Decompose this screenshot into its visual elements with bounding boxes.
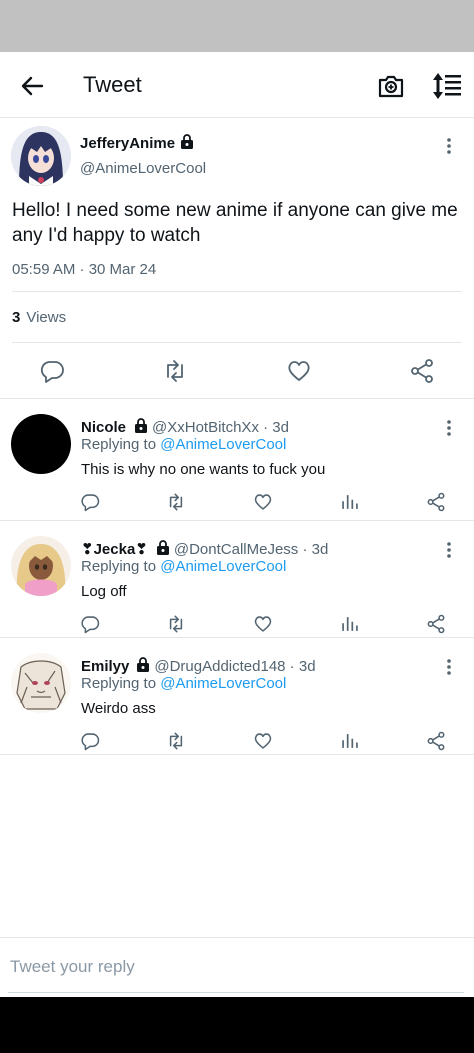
reply-header: Emilyy @DrugAddicted148 · 3d [81, 657, 316, 675]
avatar-anime-girl-image [11, 536, 71, 596]
more-options-icon[interactable] [440, 418, 458, 438]
reply-author-handle[interactable]: @DrugAddicted148 · 3d [154, 658, 315, 675]
reply-icon[interactable] [80, 492, 100, 512]
status-bar [0, 0, 474, 52]
retweet-icon[interactable] [166, 492, 186, 512]
reply-composer[interactable]: Tweet your reply [0, 937, 474, 997]
reply-icon[interactable] [39, 358, 65, 384]
reply-author-handle[interactable]: @DontCallMeJess · 3d [174, 541, 328, 558]
reply-author-handle[interactable]: @XxHotBitchXx · 3d [152, 419, 289, 436]
replying-to: Replying to @AnimeLoverCool [81, 436, 287, 453]
system-navigation-bar [0, 997, 474, 1053]
top-app-bar: Tweet [0, 52, 474, 118]
mention-link[interactable]: @AnimeLoverCool [160, 675, 286, 692]
author-name[interactable]: JefferyAnime [80, 134, 194, 152]
divider [12, 291, 462, 292]
avatar[interactable] [11, 653, 71, 713]
arrow-left-icon[interactable] [18, 72, 46, 100]
reply-header: Nicole @XxHotBitchXx · 3d [81, 418, 289, 436]
retweet-icon[interactable] [166, 731, 186, 751]
reply-header: ❣Jecka❣ @DontCallMeJess · 3d [81, 540, 328, 558]
share-icon[interactable] [409, 358, 435, 384]
tweet-timestamp: 05:59 AM · 30 Mar 24 [12, 261, 157, 278]
author-handle[interactable]: @AnimeLoverCool [80, 160, 206, 177]
mention-link[interactable]: @AnimeLoverCool [160, 558, 286, 575]
more-options-icon[interactable] [440, 540, 458, 560]
avatar-anime-girl-image [11, 126, 71, 186]
analytics-icon[interactable] [340, 731, 360, 751]
avatar-sketch-image [11, 653, 71, 713]
lock-icon [181, 134, 194, 149]
reply-text: This is why no one wants to fuck you [81, 461, 326, 478]
page-title: Tweet [83, 72, 142, 97]
reply-icon[interactable] [80, 614, 100, 634]
avatar[interactable] [11, 414, 71, 474]
reply-author-name[interactable]: Emilyy [81, 658, 129, 675]
reply-text: Weirdo ass [81, 700, 156, 717]
tweet-text: Hello! I need some new anime if anyone c… [12, 200, 458, 246]
sort-icon[interactable] [430, 69, 464, 103]
main-tweet: JefferyAnime @AnimeLoverCool Hello! I ne… [0, 118, 474, 398]
avatar[interactable] [11, 126, 71, 186]
more-options-icon[interactable] [440, 657, 458, 677]
analytics-icon[interactable] [340, 614, 360, 634]
reply-author-name[interactable]: Nicole [81, 419, 126, 436]
like-icon[interactable] [253, 492, 273, 512]
reply-author-name[interactable]: ❣Jecka❣ [81, 541, 148, 558]
camera-icon[interactable] [376, 71, 406, 101]
lock-icon [156, 540, 169, 555]
share-icon[interactable] [426, 492, 446, 512]
like-icon[interactable] [253, 614, 273, 634]
like-icon[interactable] [286, 358, 312, 384]
avatar[interactable] [11, 536, 71, 596]
mention-link[interactable]: @AnimeLoverCool [160, 436, 286, 453]
replying-to: Replying to @AnimeLoverCool [81, 558, 287, 575]
retweet-icon[interactable] [162, 358, 188, 384]
views-count[interactable]: 3 Views [12, 309, 66, 326]
reply-item[interactable]: Nicole @XxHotBitchXx · 3d Replying to @An… [0, 398, 474, 515]
divider [12, 342, 462, 343]
reply-item[interactable]: Emilyy @DrugAddicted148 · 3d Replying to … [0, 637, 474, 754]
divider [0, 754, 474, 755]
replying-to: Replying to @AnimeLoverCool [81, 675, 287, 692]
reply-item[interactable]: ❣Jecka❣ @DontCallMeJess · 3d Replying to … [0, 520, 474, 637]
more-options-icon[interactable] [440, 136, 458, 156]
lock-icon [135, 418, 148, 433]
reply-icon[interactable] [80, 731, 100, 751]
like-icon[interactable] [253, 731, 273, 751]
reply-input[interactable]: Tweet your reply [10, 957, 135, 977]
lock-icon [137, 657, 150, 672]
input-underline [8, 992, 464, 993]
retweet-icon[interactable] [166, 614, 186, 634]
share-icon[interactable] [426, 731, 446, 751]
share-icon[interactable] [426, 614, 446, 634]
analytics-icon[interactable] [340, 492, 360, 512]
reply-text: Log off [81, 583, 127, 600]
